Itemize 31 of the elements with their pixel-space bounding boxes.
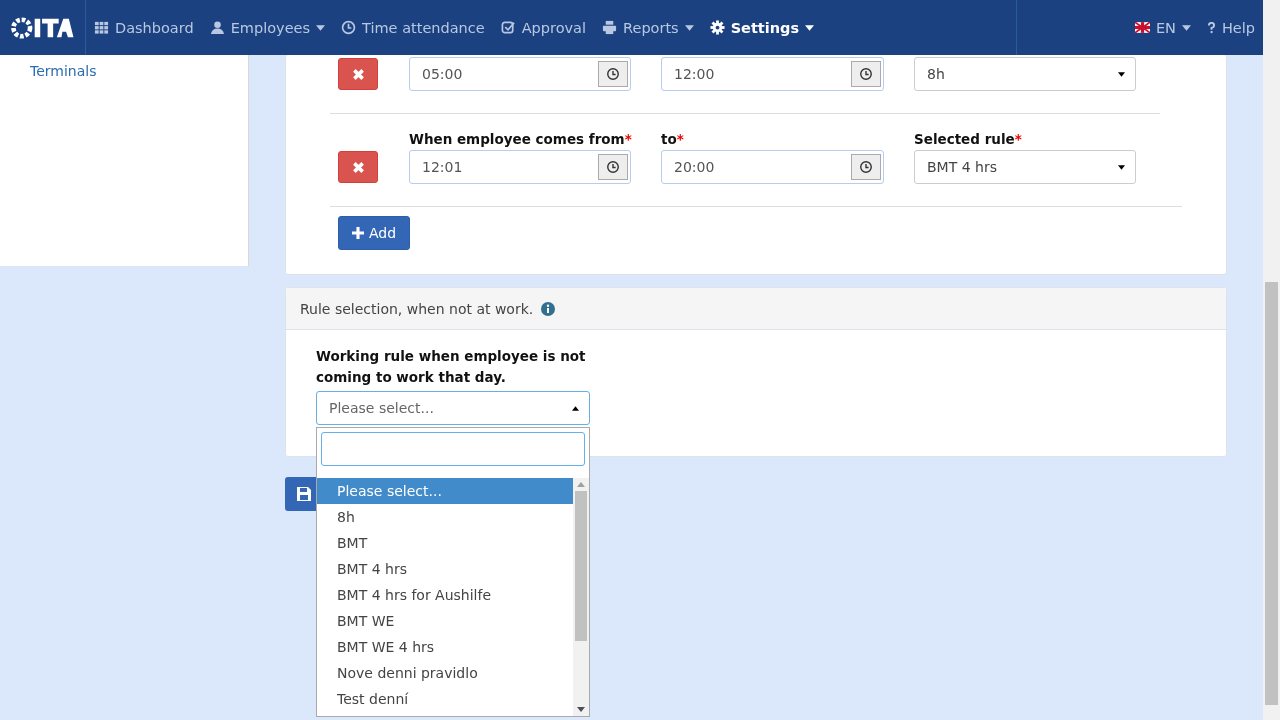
dropdown-option[interactable]: 8h bbox=[317, 504, 573, 530]
field-label: Working rule when employee is not coming to work that day. bbox=[316, 347, 587, 387]
panel-title: Rule selection, when not at work. bbox=[300, 300, 534, 317]
time-field[interactable]: 12:00 bbox=[661, 57, 884, 91]
dropdown-option[interactable]: BMT WE 4 hrs bbox=[317, 634, 573, 660]
add-button[interactable]: Add bbox=[338, 216, 411, 250]
dropdown-option[interactable]: Test denní bbox=[317, 686, 573, 712]
time-field[interactable]: 12:01 bbox=[409, 150, 631, 184]
time-field[interactable]: 05:00 bbox=[409, 57, 631, 91]
nav-link[interactable]: Employees bbox=[201, 0, 334, 55]
dropdown-option[interactable]: BMT bbox=[317, 530, 573, 556]
dropdown-option[interactable]: BMT 4 hrs for Aushilfe bbox=[317, 582, 573, 608]
rule-select[interactable]: Please select... bbox=[316, 391, 590, 425]
sidebar-link[interactable]: Terminals bbox=[30, 63, 97, 79]
dropdown-option[interactable]: BMT WE bbox=[317, 608, 573, 634]
nav-link[interactable]: Dashboard bbox=[86, 0, 202, 55]
language-menu[interactable]: EN bbox=[1126, 0, 1199, 55]
dropdown-option[interactable]: Please select... bbox=[317, 478, 573, 504]
field-label: Selected rule* bbox=[914, 131, 1023, 147]
nav-link[interactable]: Approval bbox=[492, 0, 595, 55]
dropdown-option[interactable]: Nove denni pravidlo bbox=[317, 660, 573, 686]
rule-select[interactable]: 8h bbox=[914, 57, 1136, 91]
help-link[interactable]: Help bbox=[1198, 0, 1263, 55]
nav-link[interactable]: Reports bbox=[594, 0, 702, 55]
dropdown-option[interactable]: BMT 4 hrs bbox=[317, 556, 573, 582]
nav-link[interactable]: Settings bbox=[701, 0, 823, 55]
rule-select[interactable]: BMT 4 hrs bbox=[914, 150, 1136, 184]
nav-link[interactable]: Time attendance bbox=[333, 0, 493, 55]
field-label: to* bbox=[661, 131, 685, 147]
time-field[interactable]: 20:00 bbox=[661, 150, 884, 184]
field-label: When employee comes from* bbox=[409, 131, 631, 147]
